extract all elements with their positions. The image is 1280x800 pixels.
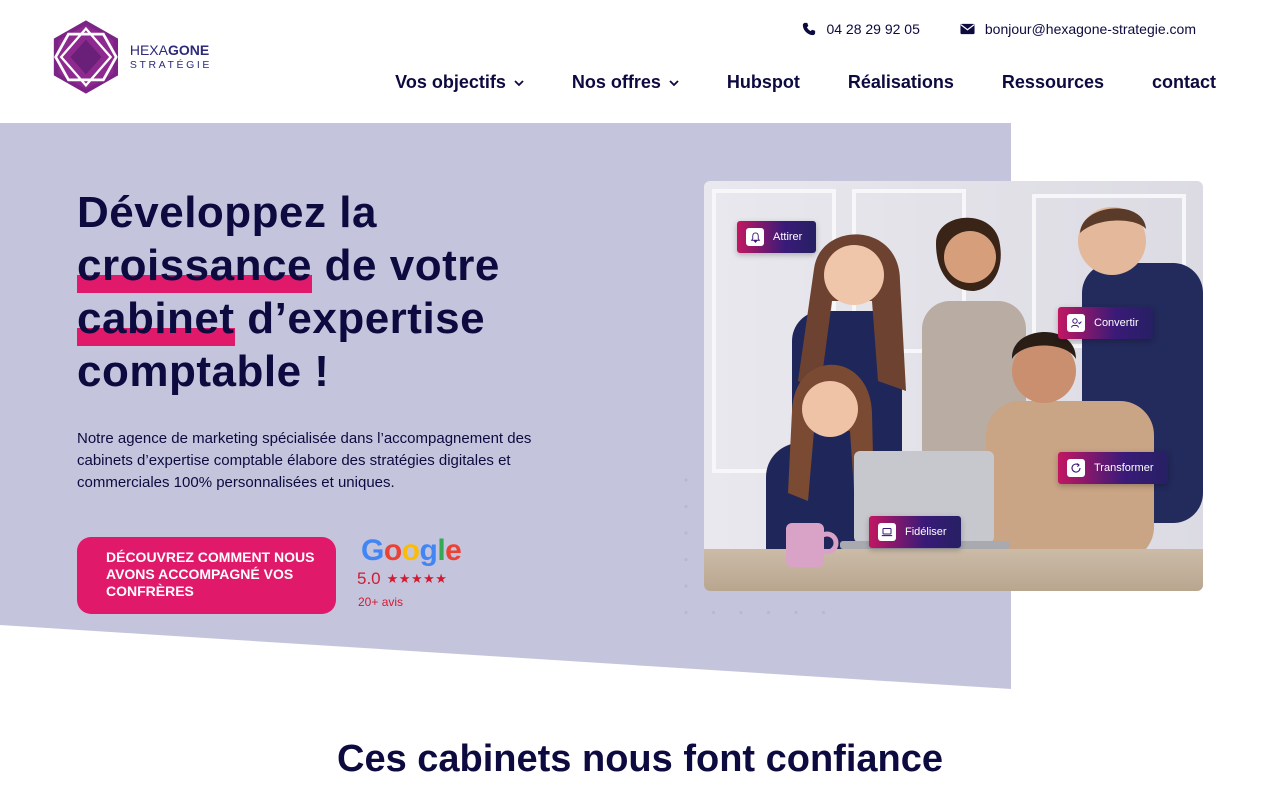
dot <box>684 531 688 535</box>
hero-description: Notre agence de marketing spécialisée da… <box>77 430 532 491</box>
site-logo[interactable]: HEXAGONE STRATÉGIE <box>52 15 212 99</box>
nav-item-contact[interactable]: contact <box>1152 72 1216 93</box>
rating-score: 5.0 <box>357 569 381 588</box>
trust-section-title: Ces cabinets nous font confiance <box>337 738 943 780</box>
hero-title: Développez la croissance de votre cabine… <box>77 186 557 398</box>
dot <box>684 610 688 615</box>
hexagon-logo-icon <box>53 20 119 94</box>
tag-convertir: Convertir <box>1058 307 1153 339</box>
dot <box>684 584 688 588</box>
hero-title-line-1: Développez la <box>77 188 377 237</box>
review-count: 20+ avis <box>358 595 404 609</box>
main-nav: Vos objectifs Nos offres Hubspot Réalisa… <box>395 72 1216 93</box>
contact-bar: 04 28 29 92 05 bonjour@hexagone-strategi… <box>802 21 1196 37</box>
nav-item-vos-objectifs[interactable]: Vos objectifs <box>395 72 524 93</box>
star-rating: ★★★★★ <box>386 571 448 586</box>
cta-button[interactable]: Découvrez comment nous avons accompagné … <box>77 537 336 614</box>
chevron-down-icon <box>669 79 679 86</box>
dot <box>684 478 688 482</box>
phone-number: 04 28 29 92 05 <box>826 21 920 37</box>
tag-fideliser: Fidéliser <box>869 516 961 548</box>
nav-item-nos-offres[interactable]: Nos offres <box>572 72 679 93</box>
refresh-icon <box>1067 459 1085 477</box>
dot <box>711 610 716 615</box>
site-header: HEXAGONE STRATÉGIE 04 28 29 92 05 bonjou… <box>0 0 1280 123</box>
team-photo: Attirer Convertir Transformer Fidéliser <box>704 181 1203 591</box>
highlight-cabinet: cabinet <box>77 294 235 346</box>
dot <box>794 610 798 615</box>
tag-attirer: Attirer <box>737 221 817 253</box>
dot <box>739 610 743 615</box>
user-check-icon <box>1067 314 1085 332</box>
google-logo: Google <box>361 534 462 567</box>
dot <box>684 504 688 509</box>
dot <box>766 610 771 615</box>
highlight-croissance: croissance <box>77 241 312 293</box>
nav-item-hubspot[interactable]: Hubspot <box>727 72 800 93</box>
logo-text-strategie: STRATÉGIE <box>129 59 212 72</box>
phone-link[interactable]: 04 28 29 92 05 <box>802 21 920 37</box>
tag-transformer: Transformer <box>1058 452 1168 484</box>
logo-text-gone: GONE <box>167 42 210 59</box>
bell-icon <box>746 228 764 246</box>
google-rating-badge[interactable]: Google 5.0 ★★★★★ 20+ avis <box>357 534 477 609</box>
email-link[interactable]: bonjour@hexagone-strategie.com <box>960 21 1196 37</box>
envelope-icon <box>960 23 975 35</box>
logo-text-hexa: HEXA <box>129 42 168 59</box>
nav-item-ressources[interactable]: Ressources <box>1002 72 1104 93</box>
phone-icon <box>803 22 816 36</box>
dot <box>821 610 826 615</box>
nav-item-realisations[interactable]: Réalisations <box>848 72 954 93</box>
email-address: bonjour@hexagone-strategie.com <box>984 21 1196 37</box>
laptop-icon <box>878 523 896 541</box>
dot <box>684 557 688 562</box>
chevron-down-icon <box>514 79 524 86</box>
hero-title-line-4: comptable ! <box>77 347 330 396</box>
